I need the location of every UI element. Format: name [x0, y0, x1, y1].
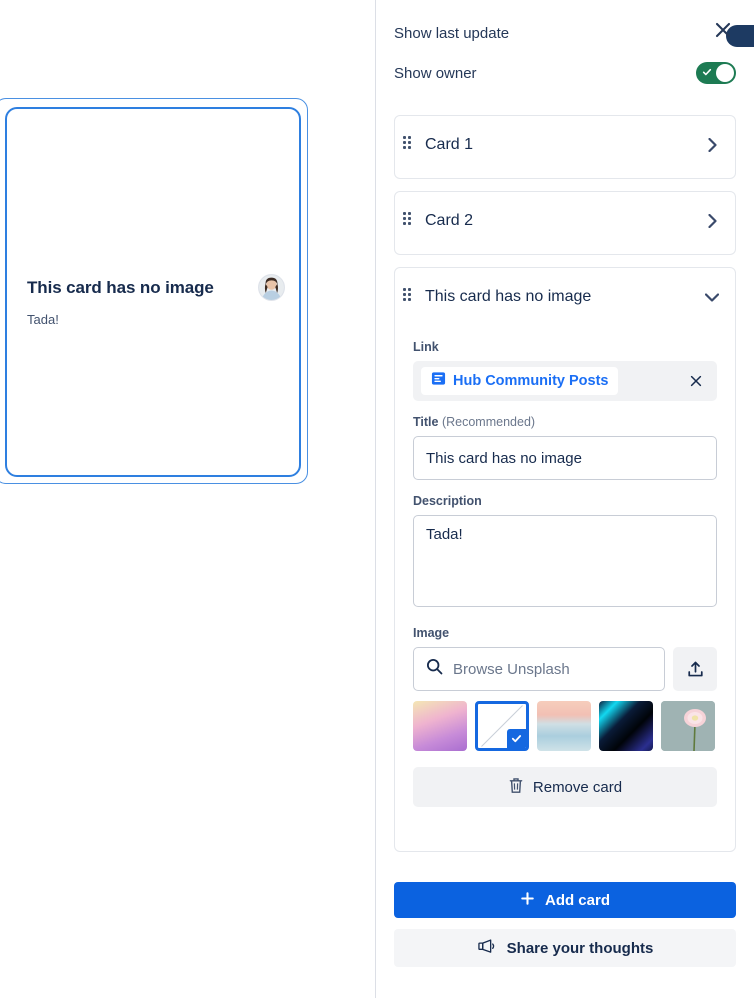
unsplash-search-box[interactable]: Browse Unsplash	[413, 647, 665, 691]
preview-card-outline: This card has no image Tada!	[0, 98, 308, 484]
avatar	[258, 274, 285, 301]
upload-icon[interactable]	[673, 647, 717, 691]
image-thumbnail-list	[413, 701, 717, 751]
card-row-1-header[interactable]: Card 1	[395, 116, 735, 174]
title-input[interactable]	[413, 436, 717, 480]
close-icon[interactable]	[710, 17, 736, 43]
preview-card-content: This card has no image Tada!	[27, 274, 285, 327]
thumbnail-no-image-tile[interactable]	[475, 701, 529, 751]
show-owner-toggle[interactable]	[696, 62, 736, 84]
setting-label-show-last-update: Show last update	[394, 25, 510, 42]
editor-panel: Show last update Show owner Card 1 Card …	[376, 0, 754, 998]
chevron-right-icon[interactable]	[703, 212, 721, 230]
plus-icon	[520, 891, 535, 910]
title-label-suffix: (Recommended)	[441, 415, 536, 429]
preview-title-row: This card has no image	[27, 274, 285, 301]
setting-row-show-last-update: Show last update	[394, 25, 736, 42]
card-row-1-title: Card 1	[425, 136, 474, 153]
remove-card-label: Remove card	[532, 778, 623, 796]
description-input[interactable]	[413, 515, 717, 607]
remove-card-button[interactable]: Remove card	[413, 767, 717, 807]
card-row-3-header[interactable]: This card has no image	[395, 268, 735, 326]
thumbnail-gradient-pink-purple[interactable]	[413, 701, 467, 751]
add-card-button[interactable]: Add card	[394, 882, 736, 918]
card-row-3-title: This card has no image	[425, 288, 592, 305]
thumbnail-dark-blue-gradient[interactable]	[599, 701, 653, 751]
toggle-knob	[716, 64, 734, 82]
title-label-text: Title	[413, 415, 439, 429]
share-thoughts-label: Share your thoughts	[506, 939, 654, 957]
card-edit-form: Link Hub Community Posts Title (Recommen…	[395, 340, 735, 823]
image-search-row: Browse Unsplash	[413, 647, 717, 691]
image-field-label: Image	[413, 626, 450, 640]
link-field: Hub Community Posts	[413, 361, 717, 401]
card-row-2-title: Card 2	[425, 212, 474, 229]
preview-card-description: Tada!	[27, 312, 59, 327]
page-root: This card has no image Tada! Show last u…	[0, 0, 754, 998]
link-chip[interactable]: Hub Community Posts	[421, 367, 619, 395]
megaphone-icon	[477, 938, 496, 959]
title-field-label: Title (Recommended)	[413, 415, 717, 429]
preview-pane: This card has no image Tada!	[0, 0, 375, 998]
setting-row-show-owner: Show owner	[394, 62, 736, 84]
link-chip-label: Hub Community Posts	[453, 373, 609, 389]
card-row-3-expanded: This card has no image Link Hub Communit…	[394, 267, 736, 852]
trash-icon	[508, 777, 524, 798]
check-icon	[702, 67, 712, 77]
thumbnail-pink-flower-photo[interactable]	[661, 701, 715, 751]
card-row-2[interactable]: Card 2	[394, 191, 736, 255]
chevron-down-icon[interactable]	[703, 288, 721, 306]
drag-handle-icon[interactable]	[403, 136, 419, 154]
preview-card[interactable]: This card has no image Tada!	[5, 107, 301, 477]
remove-link-icon[interactable]	[687, 372, 705, 390]
drag-handle-icon[interactable]	[403, 288, 419, 306]
document-icon	[431, 371, 446, 391]
unsplash-search-placeholder: Browse Unsplash	[453, 660, 570, 678]
card-row-1[interactable]: Card 1	[394, 115, 736, 179]
share-thoughts-button[interactable]: Share your thoughts	[394, 929, 736, 967]
preview-card-title: This card has no image	[27, 277, 214, 297]
card-row-2-header[interactable]: Card 2	[395, 192, 735, 250]
thumbnail-beach-sunset-photo[interactable]	[537, 701, 591, 751]
chevron-right-icon[interactable]	[703, 136, 721, 154]
selected-check-icon	[507, 729, 526, 748]
link-field-label: Link	[413, 340, 439, 354]
search-icon	[426, 658, 443, 680]
setting-label-show-owner: Show owner	[394, 64, 477, 82]
add-card-label: Add card	[544, 891, 610, 909]
description-field-label: Description	[413, 494, 482, 508]
drag-handle-icon[interactable]	[403, 212, 419, 230]
